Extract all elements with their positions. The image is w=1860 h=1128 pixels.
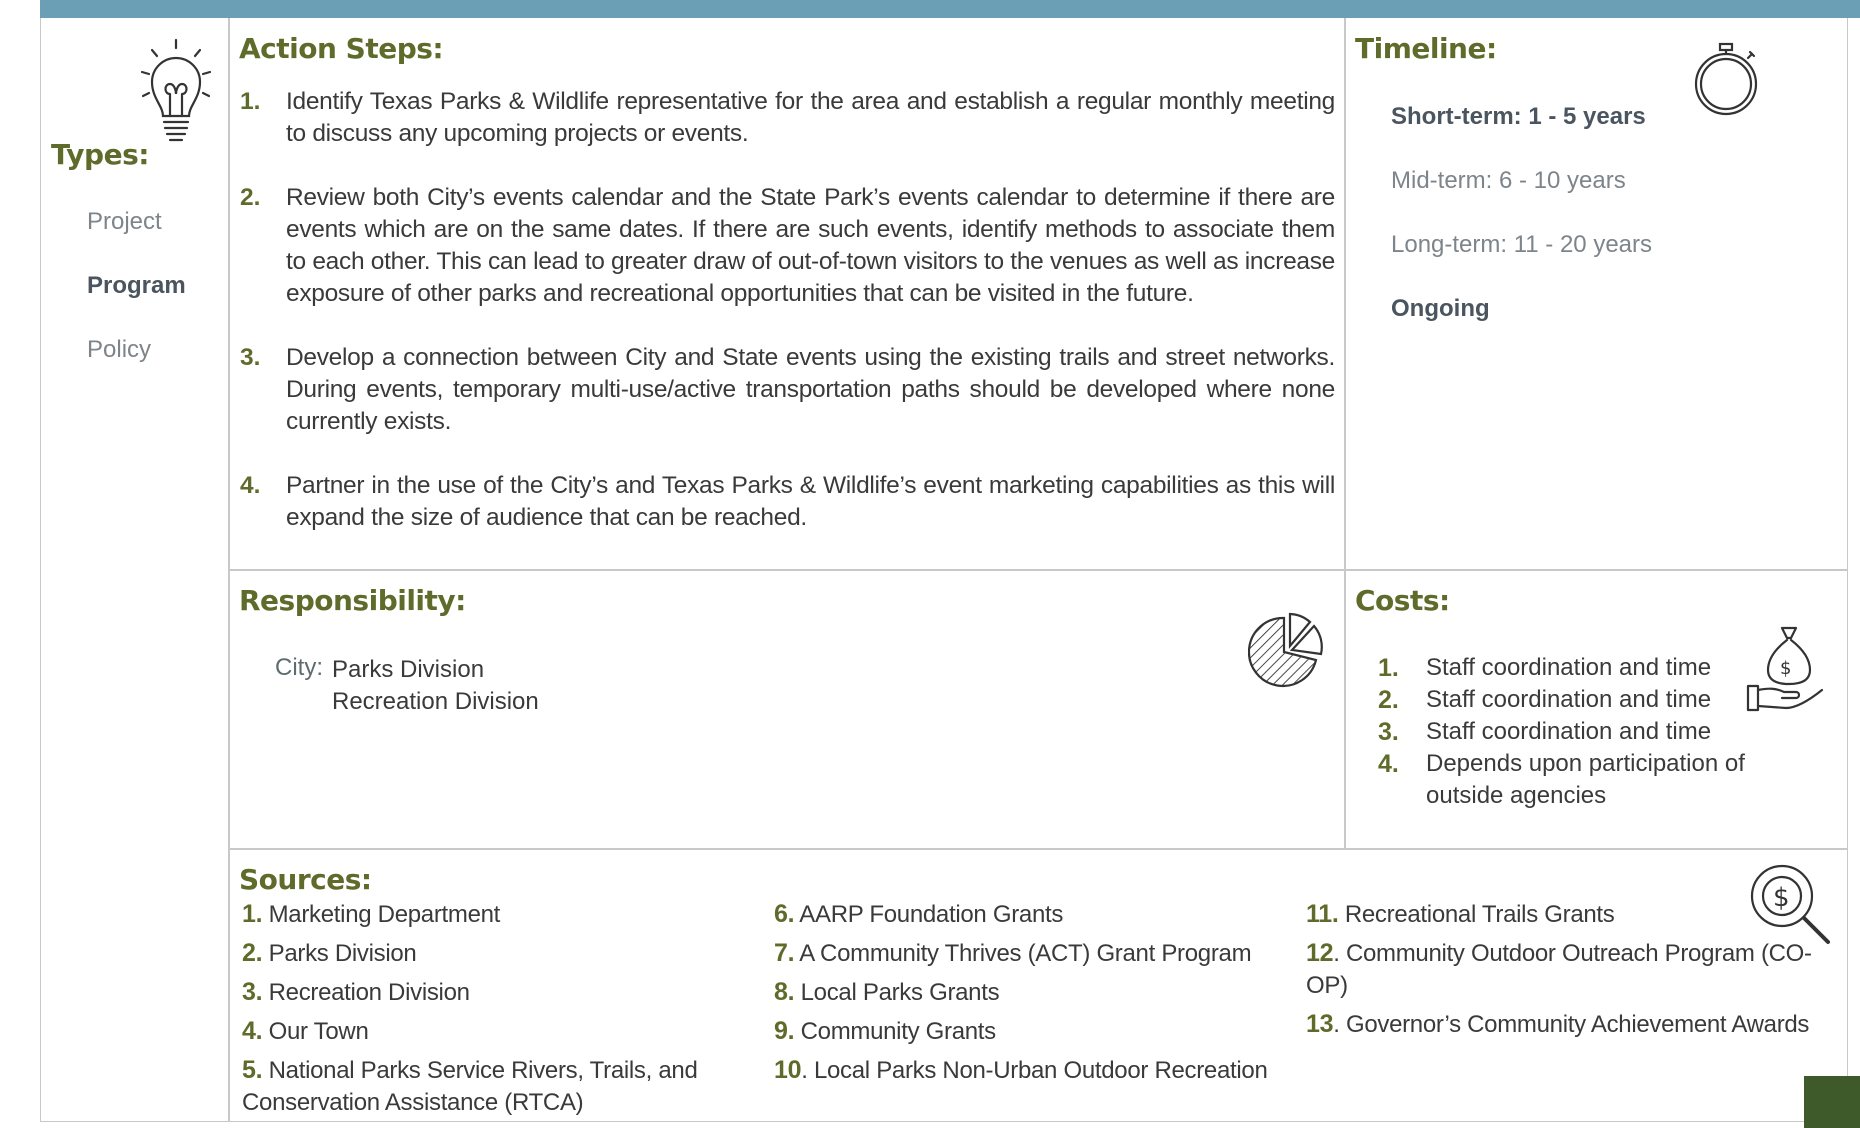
step-number: 3.	[240, 344, 261, 371]
step-text: Partner in the use of the City’s and Tex…	[286, 472, 1335, 531]
source-number: 10	[774, 1056, 802, 1084]
sources-heading: Sources:	[239, 863, 372, 896]
source-item: 10. Local Parks Non-Urban Outdoor Recrea…	[774, 1054, 1294, 1087]
step-number: 4.	[240, 472, 261, 499]
cost-text: Depends upon participation of outside ag…	[1426, 750, 1745, 809]
source-item: 12. Community Outdoor Outreach Program (…	[1306, 937, 1836, 1002]
source-number: 8.	[774, 978, 795, 1006]
sources-column: 11. Recreational Trails Grants 12. Commu…	[1306, 898, 1836, 1047]
source-item: 9. Community Grants	[774, 1015, 1294, 1048]
source-item: 3. Recreation Division	[242, 976, 742, 1009]
cost-item: 3. Staff coordination and time	[1378, 716, 1798, 748]
step-text: Review both City’s events calendar and t…	[286, 184, 1335, 307]
divider	[228, 848, 1848, 850]
divider	[228, 569, 1848, 571]
step-number: 1.	[240, 88, 261, 115]
timeline-short-term: Short-term: 1 - 5 years	[1391, 103, 1646, 130]
responsibility-heading: Responsibility:	[239, 584, 466, 617]
source-item: 4. Our Town	[242, 1015, 742, 1048]
stopwatch-icon	[1694, 42, 1758, 116]
source-number: 9.	[774, 1017, 795, 1045]
source-text: Recreation Division	[262, 979, 470, 1006]
source-number: 1.	[242, 900, 263, 928]
timeline-long-term: Long-term: 11 - 20 years	[1391, 231, 1653, 258]
source-number: 4.	[242, 1017, 263, 1045]
source-text: Parks Division	[262, 940, 417, 967]
source-text: Community Grants	[794, 1018, 997, 1045]
source-item: 13. Governor’s Community Achievement Awa…	[1306, 1008, 1836, 1041]
type-policy: Policy	[87, 336, 152, 363]
source-number: 5.	[242, 1056, 263, 1084]
source-text: National Parks Service Rivers, Trails, a…	[242, 1057, 698, 1116]
source-text: . Governor’s Community Achievement Award…	[1333, 1011, 1810, 1038]
timeline-mid-term: Mid-term: 6 - 10 years	[1391, 167, 1626, 194]
action-steps-heading: Action Steps:	[239, 32, 444, 65]
source-text: A Community Thrives (ACT) Grant Program	[794, 940, 1252, 967]
cost-text: Staff coordination and time	[1426, 654, 1712, 681]
source-number: 12	[1306, 939, 1334, 967]
source-item: 1. Marketing Department	[242, 898, 742, 931]
source-number: 13	[1306, 1010, 1334, 1038]
divider	[1344, 18, 1346, 849]
sources-column: 1. Marketing Department 2. Parks Divisio…	[242, 898, 742, 1125]
cost-number: 1.	[1378, 654, 1399, 682]
cost-item: 1. Staff coordination and time	[1378, 652, 1798, 684]
source-number: 2.	[242, 939, 263, 967]
costs-list: 1. Staff coordination and time 2. Staff co…	[1378, 652, 1798, 812]
source-item: 11. Recreational Trails Grants	[1306, 898, 1836, 931]
timeline-ongoing: Ongoing	[1391, 295, 1490, 322]
action-step: 1. Identify Texas Parks & Wildlife repres…	[240, 86, 1335, 150]
source-item: 2. Parks Division	[242, 937, 742, 970]
source-number: 11.	[1306, 900, 1339, 928]
type-program: Program	[87, 272, 186, 299]
step-text: Develop a connection between City and St…	[286, 344, 1335, 435]
cost-text: Staff coordination and time	[1426, 718, 1712, 745]
source-text: Local Parks Grants	[794, 979, 1000, 1006]
pie-chart-icon	[1248, 612, 1323, 688]
source-text: Marketing Department	[262, 901, 501, 928]
action-steps-list: 1. Identify Texas Parks & Wildlife repres…	[240, 86, 1335, 566]
cost-text: Staff coordination and time	[1426, 686, 1712, 713]
cost-item: 2. Staff coordination and time	[1378, 684, 1798, 716]
cost-number: 3.	[1378, 718, 1399, 746]
source-text: . Community Outdoor Outreach Program (CO…	[1306, 940, 1812, 999]
action-step: 3. Develop a connection between City and …	[240, 342, 1335, 438]
source-item: 5. National Parks Service Rivers, Trails…	[242, 1054, 742, 1119]
responsibility-value: Parks Division	[332, 656, 485, 683]
action-step: 4. Partner in the use of the City’s and T…	[240, 470, 1335, 534]
source-number: 3.	[242, 978, 263, 1006]
cost-item: 4. Depends upon participation of outside …	[1378, 748, 1798, 812]
cost-number: 4.	[1378, 750, 1399, 778]
corner-logo-tab	[1804, 1076, 1860, 1128]
source-item: 6. AARP Foundation Grants	[774, 898, 1294, 931]
timeline-heading: Timeline:	[1355, 32, 1497, 65]
step-number: 2.	[240, 184, 261, 211]
source-number: 6.	[774, 900, 795, 928]
source-text: . Local Parks Non-Urban Outdoor Recreati…	[801, 1057, 1268, 1084]
source-text: Recreational Trails Grants	[1338, 901, 1615, 928]
costs-heading: Costs:	[1355, 584, 1450, 617]
source-item: 8. Local Parks Grants	[774, 976, 1294, 1009]
cost-number: 2.	[1378, 686, 1399, 714]
responsibility-value: Recreation Division	[332, 688, 539, 715]
top-accent-bar	[40, 0, 1860, 18]
step-text: Identify Texas Parks & Wildlife represen…	[286, 88, 1335, 147]
action-step: 2. Review both City’s events calendar and…	[240, 182, 1335, 310]
type-project: Project	[87, 208, 162, 235]
source-number: 7.	[774, 939, 795, 967]
sources-column: 6. AARP Foundation Grants 7. A Community…	[774, 898, 1294, 1093]
source-text: Our Town	[262, 1018, 369, 1045]
source-item: 7. A Community Thrives (ACT) Grant Progr…	[774, 937, 1294, 970]
source-text: AARP Foundation Grants	[794, 901, 1064, 928]
types-heading: Types:	[51, 138, 149, 171]
responsibility-label: City:	[275, 654, 323, 681]
lightbulb-icon	[140, 38, 212, 142]
